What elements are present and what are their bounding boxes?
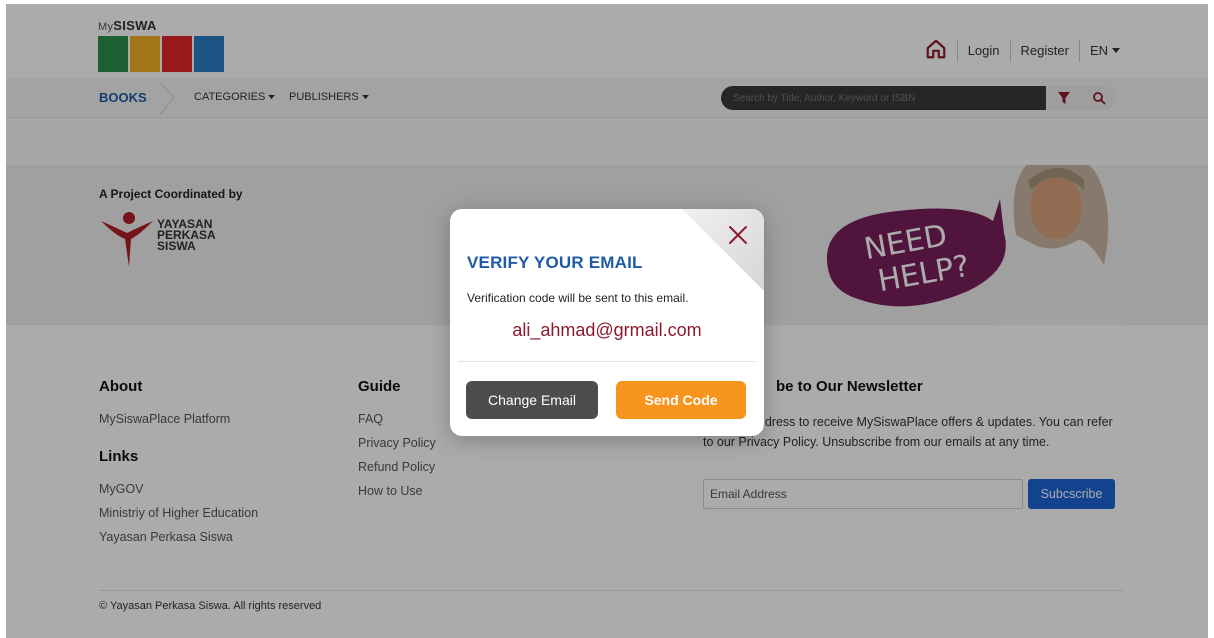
close-icon[interactable]	[726, 223, 750, 247]
dialog-corner-decoration	[682, 209, 764, 291]
dialog-title: VERIFY YOUR EMAIL	[467, 253, 643, 272]
send-code-button[interactable]: Send Code	[616, 381, 746, 419]
dialog-description: Verification code will be sent to this e…	[467, 291, 689, 305]
change-email-button[interactable]: Change Email	[466, 381, 598, 419]
dialog-divider	[458, 361, 756, 362]
page: MySISWA Login Register EN BOOKS CATEGORI…	[6, 4, 1208, 638]
verify-email-dialog: VERIFY YOUR EMAIL Verification code will…	[450, 209, 764, 436]
target-email: ali_ahmad@grmail.com	[512, 320, 702, 340]
